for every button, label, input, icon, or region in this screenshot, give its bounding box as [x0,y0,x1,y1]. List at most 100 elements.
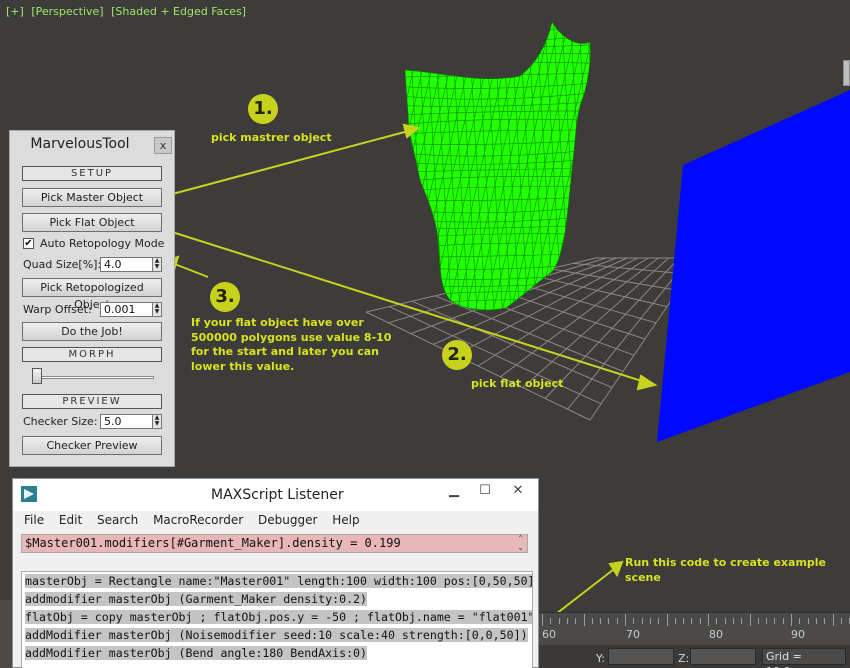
quad-size-spinner-arrows[interactable]: ▲ ▼ [152,257,162,272]
callout-run-code-text: Run this code to create example scene [625,556,827,584]
menu-help[interactable]: Help [332,513,359,527]
ruler-tick [724,618,726,624]
pick-master-object-button[interactable]: Pick Master Object [22,188,162,207]
ruler-tick [824,618,826,624]
ruler-tick [766,618,768,624]
ruler-tick [625,614,626,626]
mesh-wire-line [400,16,600,20]
left-status-strip [0,600,12,668]
ruler-label: 70 [626,628,640,641]
checker-size-spinner-arrows[interactable]: ▲ ▼ [152,414,162,429]
code-line: masterObj = Rectangle name:"Master001" l… [22,572,532,590]
pick-flat-object-button[interactable]: Pick Flat Object [22,213,162,232]
viewport-shading-mode[interactable]: [Shaded + Edged Faces] [111,5,246,18]
ruler-tick [732,618,734,624]
preview-rollout-header[interactable]: PREVIEW [22,394,162,409]
z-coord-field[interactable] [690,648,756,665]
callout-3-line: lower this value. [191,359,295,373]
ruler-tick [550,618,552,624]
ruler-tick [691,618,693,624]
warp-offset-label: Warp Offset: [23,303,92,316]
ruler-tick [782,618,784,624]
ruler-tick [716,618,718,624]
tool-title: MarvelousTool [30,136,130,152]
morph-slider-track[interactable] [34,376,154,379]
callout-3-line: for the start and later you can [191,345,380,358]
listener-title: MAXScript Listener [211,487,344,503]
ruler-tick [774,618,776,624]
ruler-tick [757,618,759,624]
menu-macrorecorder[interactable]: MacroRecorder [153,513,243,527]
mesh-wire-line [320,15,390,320]
quad-size-input[interactable]: 4.0 [100,257,158,272]
callout-1-number: 1. [248,94,278,124]
minimize-button[interactable]: ▁ [443,483,465,501]
output-scroll-arrows[interactable]: ⌃ ⌄ [513,534,528,553]
ruler-label: 80 [709,628,723,641]
ruler-tick [633,618,635,624]
quad-size-label: Quad Size[%]: [23,258,102,271]
mesh-wire-line [405,25,591,33]
listener-code-input[interactable]: masterObj = Rectangle name:"Master001" l… [21,571,533,668]
warp-offset-spinner-arrows[interactable]: ▲ ▼ [152,302,162,317]
ruler-tick [542,614,543,626]
flat-object-plane [657,90,850,442]
menu-search[interactable]: Search [97,513,138,527]
do-the-job-button[interactable]: Do the Job! [22,322,162,341]
ruler-tick [558,618,560,624]
y-coord-label: Y: [596,652,605,665]
menu-edit[interactable]: Edit [59,513,82,527]
mesh-wire-line [329,15,399,320]
code-line: addmodifier masterObj (Garment_Maker den… [25,592,368,606]
ruler-tick [741,618,743,624]
code-line: addModifier masterObj (Bend angle:180 Be… [25,646,368,660]
max-app-icon [21,486,37,502]
ruler-tick [683,618,685,624]
ruler-tick [815,618,817,624]
window-close-button[interactable]: ✕ [503,483,533,501]
auto-retopology-checkbox[interactable]: ✔ [23,238,34,249]
ruler-label: 90 [791,628,805,641]
auto-retopology-label: Auto Retopology Mode [40,237,165,250]
callout-3-text: If your flat object have over 500000 pol… [191,316,391,374]
ruler-tick [566,618,568,624]
z-coord-label: Z: [678,652,690,665]
ruler-tick [649,618,651,624]
warp-offset-input[interactable]: 0.001 [100,302,158,317]
menu-debugger[interactable]: Debugger [258,513,317,527]
ruler-tick [641,618,643,624]
macro-recorder-output[interactable]: $Master001.modifiers[#Garment_Maker].den… [21,534,528,553]
callout-3-number: 3. [210,282,240,312]
checker-preview-button[interactable]: Checker Preview [22,436,162,455]
menu-file[interactable]: File [24,513,44,527]
viewport-label[interactable]: [+] [Perspective] [Shaded + Edged Faces] [6,5,250,18]
viewport-scroll-handle[interactable] [843,60,850,86]
grid-size-readout: Grid = 10.0cm [762,648,846,668]
grid-line [411,300,613,389]
ruler-tick [583,614,585,626]
setup-rollout-header[interactable]: SETUP [22,166,162,181]
ruler-tick [608,618,610,624]
y-coord-field[interactable] [608,648,674,665]
listener-titlebar[interactable]: MAXScript Listener ▁ ☐ ✕ [13,479,538,511]
marvelous-tool-panel: MarvelousTool x SETUP Pick Master Object… [9,130,175,467]
morph-rollout-header[interactable]: MORPH [22,347,162,362]
checker-size-input[interactable]: 5.0 [100,414,158,429]
mesh-wire-line [405,22,419,310]
maximize-button[interactable]: ☐ [474,483,496,501]
checkmark-icon: ✔ [24,238,33,249]
checker-size-label: Checker Size: [23,415,98,428]
callout-3-line: 500000 polygons use value 8-10 [191,330,392,344]
ruler-tick [658,618,660,624]
close-button[interactable]: x [154,137,172,154]
code-line: addModifier masterObj (Noisemodifier see… [25,628,528,642]
viewport-view-type[interactable]: [Perspective] [31,5,103,18]
morph-slider-thumb[interactable] [32,368,42,384]
callout-2-text: pick flat object [471,377,564,390]
viewport-menu-plus[interactable]: [+] [6,5,24,18]
pick-retopologized-object-button[interactable]: Pick Retopologized Object [22,278,162,311]
ruler-tick [832,614,834,626]
ruler-tick [708,614,709,626]
ruler-tick [575,618,577,624]
listener-menu-bar: File Edit Search MacroRecorder Debugger … [24,513,371,527]
